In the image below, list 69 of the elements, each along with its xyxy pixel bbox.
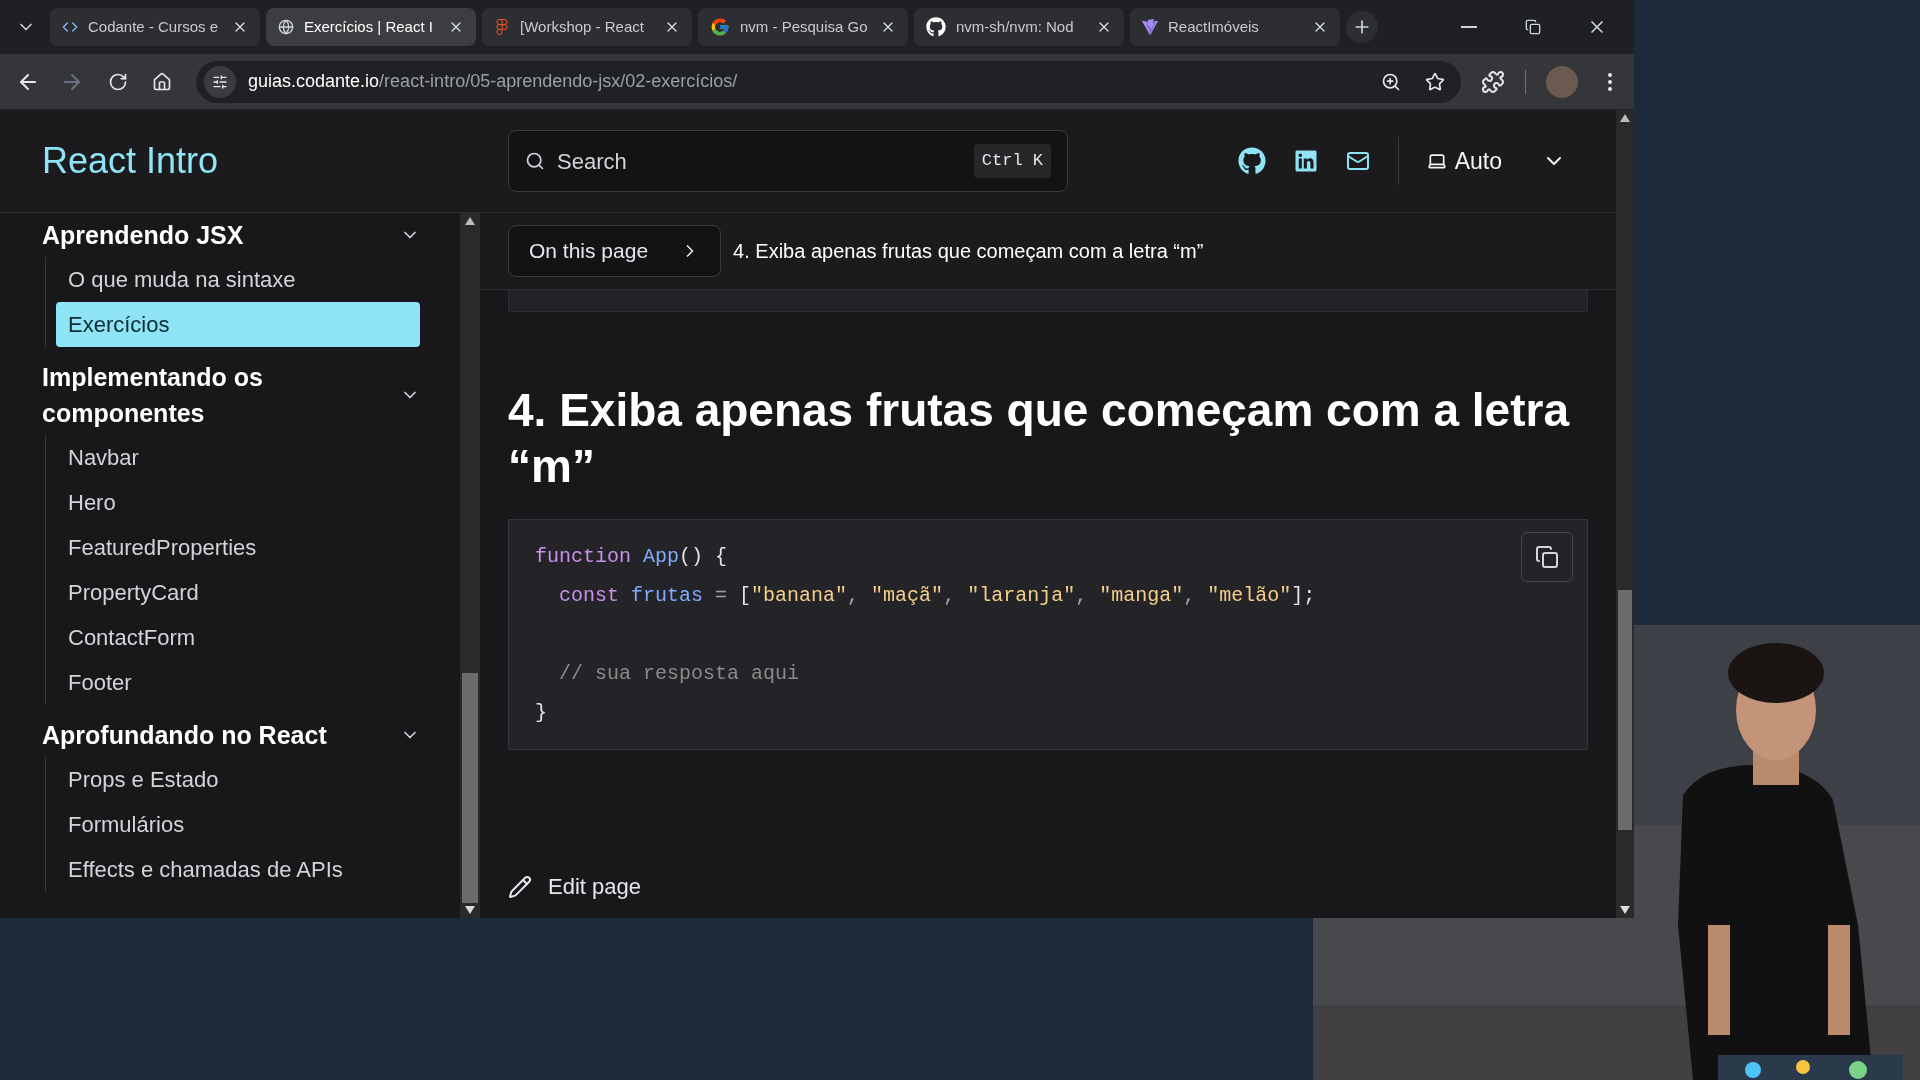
code-text: function App() { const frutas = ["banana", "maçã", "laranja", "manga", "melão"]; // sua resposta aqui } (535, 544, 1316, 726)
home-icon[interactable] (152, 71, 172, 92)
scroll-down-icon[interactable] (1620, 906, 1630, 914)
sidebar-link[interactable]: FeaturedProperties (56, 525, 420, 570)
site-info-icon[interactable] (212, 73, 228, 90)
tab-title: nvm - Pesquisa Go (740, 16, 869, 37)
sidebar-link[interactable]: Effects e chamadas de APIs (56, 847, 420, 892)
scroll-up-icon[interactable] (465, 217, 475, 225)
sidebar-section-title[interactable]: Aprendendo JSX (42, 217, 244, 253)
browser-tab[interactable]: ReactImóveis (1130, 8, 1340, 46)
sidebar-section-title[interactable]: Implementando os componentes (42, 359, 400, 431)
globe-icon (278, 19, 294, 35)
browser-tab[interactable]: nvm - Pesquisa Go (698, 8, 908, 46)
scroll-down-icon[interactable] (465, 906, 475, 914)
scrollbar[interactable] (460, 213, 480, 918)
sidebar-section-title[interactable]: Aprofundando no React (42, 717, 327, 753)
url-text: guias.codante.io/react-intro/05-aprendendo-jsx/02-exercícios/ (248, 70, 739, 93)
browser-tab[interactable]: Exercícios | React I (266, 8, 476, 46)
github-icon (926, 17, 946, 37)
theme-select[interactable]: Auto (1426, 143, 1566, 179)
mail-icon[interactable] (1345, 149, 1370, 173)
tab-title: Codante - Cursos e (88, 16, 220, 37)
search-field[interactable]: Search Ctrl K (508, 130, 1068, 192)
copy-icon (1535, 545, 1559, 569)
browser-tab[interactable]: nvm-sh/nvm: Nod (914, 8, 1124, 46)
search-placeholder: Search (557, 147, 628, 176)
code-icon (62, 19, 78, 35)
reload-icon[interactable] (108, 71, 128, 92)
minimize-icon (1461, 26, 1477, 28)
sidebar-link[interactable]: Footer (56, 660, 420, 705)
sidebar-link[interactable]: Navbar (56, 435, 420, 480)
edit-page-link[interactable]: Edit page (508, 870, 641, 903)
current-section: 4. Exiba apenas frutas que começam com a letra “m” (733, 236, 1204, 266)
tab-title: nvm-sh/nvm: Nod (956, 16, 1075, 37)
scrollbar-thumb[interactable] (1618, 590, 1632, 830)
vite-icon (1142, 19, 1158, 35)
laptop-icon (1426, 151, 1447, 171)
sidebar-link[interactable]: ContactForm (56, 615, 420, 660)
sidebar-link[interactable]: Exercícios (56, 302, 420, 347)
shortcut-hint: Ctrl K (973, 144, 1051, 178)
zoom-icon[interactable] (1381, 71, 1401, 92)
star-icon[interactable] (1425, 71, 1445, 92)
address-bar[interactable]: guias.codante.io/react-intro/05-aprendendo-jsx/02-exercícios/ (196, 60, 1461, 103)
scrollbar-thumb[interactable] (462, 673, 478, 903)
extensions-icon[interactable] (1481, 69, 1505, 94)
github-icon[interactable] (1237, 147, 1266, 175)
figma-icon (494, 19, 510, 35)
section-heading: 4. Exiba apenas frutas que começam com a letra “m” (508, 383, 1571, 494)
sidebar-link[interactable]: PropertyCard (56, 570, 420, 615)
restore-icon (1525, 19, 1541, 35)
browser-tab[interactable]: [Workshop - React (482, 8, 692, 46)
browser-tab[interactable]: Codante - Cursos e (50, 8, 260, 46)
new-tab-button[interactable] (1346, 11, 1378, 43)
tab-title: Exercícios | React I (304, 16, 434, 37)
sidebar-link[interactable]: Hero (56, 480, 420, 525)
pencil-icon (508, 874, 532, 899)
search-icon (525, 151, 545, 171)
scrollbar[interactable] (1616, 110, 1634, 918)
sidebar-link[interactable]: Props e Estado (56, 757, 420, 802)
copy-button[interactable] (1521, 532, 1573, 582)
sidebar-link[interactable]: O que muda na sintaxe (56, 257, 420, 302)
tab-title: [Workshop - React (520, 16, 645, 37)
on-this-page-button[interactable]: On this page (508, 225, 722, 277)
google-icon (710, 17, 730, 37)
tab-title: ReactImóveis (1168, 16, 1260, 37)
linkedin-icon[interactable] (1293, 149, 1318, 173)
scroll-up-icon[interactable] (1620, 114, 1630, 122)
sidebar-link[interactable]: Formulários (56, 802, 420, 847)
site-title[interactable]: React Intro (42, 140, 219, 181)
